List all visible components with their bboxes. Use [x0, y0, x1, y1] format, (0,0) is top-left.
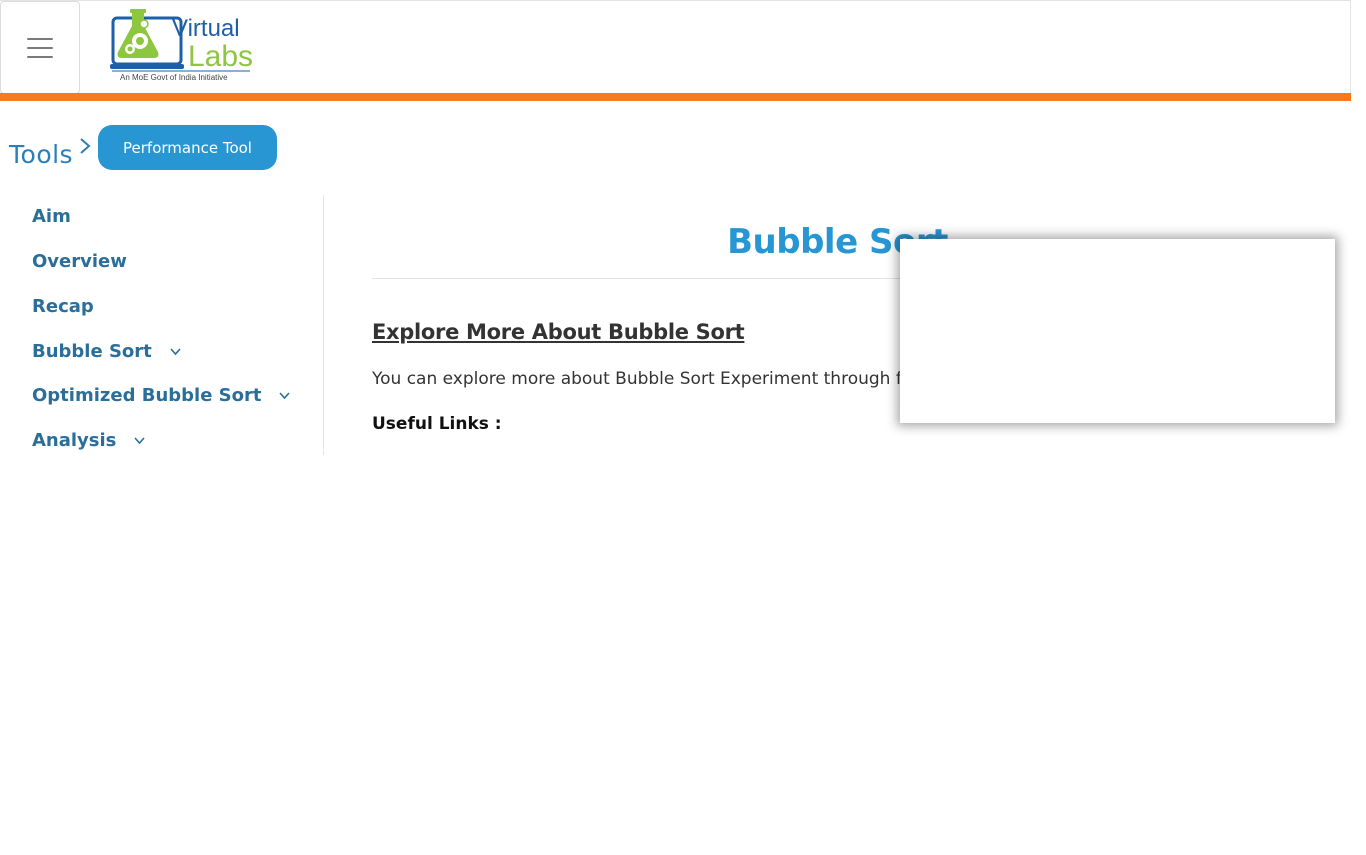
- logo-text-labs: Labs: [188, 40, 252, 72]
- sidebar-item-overview[interactable]: Overview: [32, 251, 127, 272]
- virtual-labs-logo[interactable]: Virtual Labs An MoE Govt of India Initia…: [110, 8, 252, 86]
- chevron-down-icon[interactable]: [134, 436, 146, 445]
- sidebar-item-label: Analysis: [32, 430, 117, 451]
- sidebar-item-label: Recap: [32, 296, 94, 317]
- sidebar-item-label: Overview: [32, 251, 127, 272]
- sidebar-item-bubble-sort[interactable]: Bubble Sort: [32, 341, 181, 362]
- sidebar-item-aim[interactable]: Aim: [32, 206, 71, 227]
- section-heading: Explore More About Bubble Sort: [372, 320, 745, 344]
- hamburger-menu-icon: [27, 37, 53, 58]
- sidebar-nav: Aim Overview Recap Bubble Sort Optimized…: [0, 195, 324, 455]
- menu-toggle-button[interactable]: [0, 1, 80, 94]
- header-accent-bar: [0, 93, 1351, 101]
- sidebar-item-analysis[interactable]: Analysis: [32, 430, 146, 451]
- sidebar-item-label: Aim: [32, 206, 71, 227]
- sidebar-item-optimized-bubble-sort[interactable]: Optimized Bubble Sort: [32, 385, 291, 406]
- chevron-down-icon[interactable]: [170, 347, 181, 356]
- performance-tool-button[interactable]: Performance Tool: [98, 125, 277, 170]
- logo-tagline: An MoE Govt of India Initiative: [120, 73, 228, 82]
- logo-graphic: Virtual Labs: [110, 9, 252, 72]
- useful-links-label: Useful Links :: [372, 414, 502, 434]
- overlay-popup[interactable]: [900, 239, 1335, 423]
- top-header: Virtual Labs An MoE Govt of India Initia…: [0, 0, 1351, 94]
- sidebar-item-label: Optimized Bubble Sort: [32, 385, 262, 406]
- sidebar-item-recap[interactable]: Recap: [32, 296, 94, 317]
- chevron-down-icon[interactable]: [279, 391, 291, 400]
- sidebar-item-label: Bubble Sort: [32, 341, 152, 362]
- breadcrumb-tools-link[interactable]: Tools: [9, 140, 73, 169]
- chevron-right-icon: [80, 138, 91, 154]
- logo-text-virtual: Virtual: [172, 15, 240, 42]
